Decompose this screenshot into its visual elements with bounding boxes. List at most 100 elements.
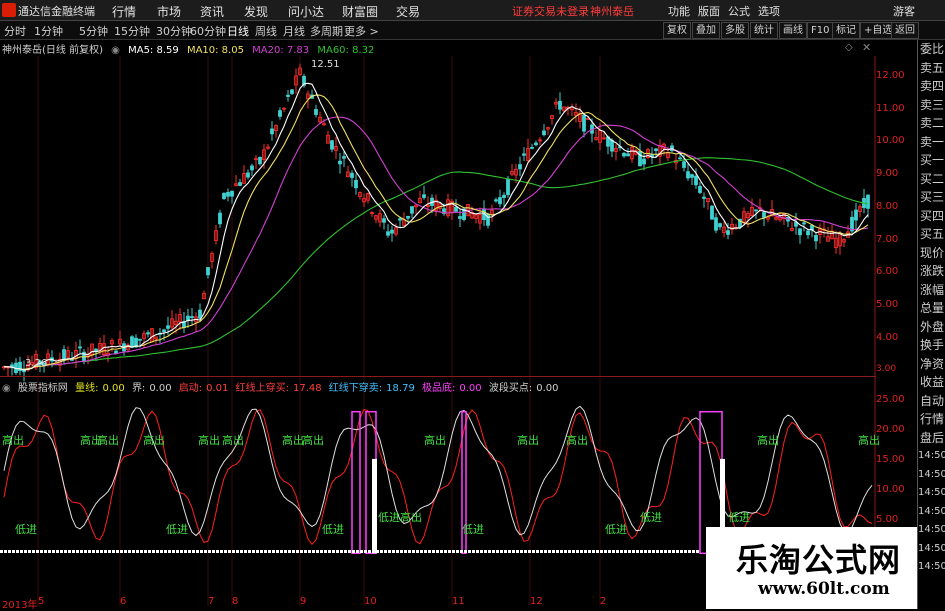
side-item[interactable]: 现价 — [918, 244, 945, 263]
candle-body — [626, 153, 630, 157]
side-item[interactable]: 14:50 — [918, 540, 945, 559]
candle-body — [458, 216, 462, 219]
guest-user[interactable]: 游客 — [893, 3, 915, 19]
menu-function[interactable]: 功能 — [668, 3, 690, 19]
menu-ask[interactable]: 问小达 — [288, 3, 324, 20]
menu-formula[interactable]: 公式 — [728, 3, 750, 19]
tool-adjust[interactable]: 复权 — [663, 22, 691, 39]
side-item[interactable]: 换手 — [918, 336, 945, 355]
band-buy-label: 波段买点: — [488, 383, 533, 394]
candle-body — [338, 160, 342, 165]
candle-body — [814, 235, 818, 242]
candle-body — [386, 231, 390, 236]
side-item[interactable]: 卖一 — [918, 133, 945, 152]
tool-draw[interactable]: 画线 — [779, 22, 807, 39]
candle-body — [582, 114, 586, 132]
menu-options[interactable]: 选项 — [758, 3, 780, 19]
candle-body — [342, 156, 346, 159]
period-30min[interactable]: 30分钟 — [156, 23, 192, 39]
period-60min[interactable]: 60分钟 — [190, 23, 226, 39]
candle-body — [866, 194, 870, 209]
period-more[interactable]: 更多 > — [344, 23, 379, 39]
boundary-label: 界: — [131, 383, 146, 394]
side-item[interactable]: 14:50 — [918, 521, 945, 540]
side-item[interactable]: 行情 — [918, 410, 945, 429]
side-item[interactable]: 买三 — [918, 188, 945, 207]
candle-body — [802, 222, 806, 225]
menu-wealth[interactable]: 财富圈 — [342, 3, 378, 20]
period-5min[interactable]: 5分钟 — [79, 23, 108, 39]
ma20-line — [3, 116, 869, 370]
side-item[interactable]: 盘后 — [918, 429, 945, 448]
period-15min[interactable]: 15分钟 — [114, 23, 150, 39]
quote-side-panel: 委比 卖五 卖四 卖三 卖二 卖一 买一 买二 买三 买四 买五 现价 涨跌 涨… — [917, 40, 945, 609]
login-alert[interactable]: 证券交易未登录 — [512, 3, 589, 19]
start-value: 0.01 — [206, 383, 229, 394]
menu-bar: 通达信金融终端 行情 市场 资讯 发现 问小达 财富圈 交易 证券交易未登录 神… — [0, 0, 945, 21]
side-item[interactable]: 卖五 — [918, 59, 945, 78]
candle-body — [166, 325, 170, 329]
menu-news[interactable]: 资讯 — [200, 3, 224, 20]
side-item[interactable]: 买五 — [918, 225, 945, 244]
menu-discover[interactable]: 发现 — [244, 3, 268, 20]
side-item[interactable]: 买四 — [918, 207, 945, 226]
side-item[interactable]: 14:50 — [918, 503, 945, 522]
candle-body — [702, 196, 706, 199]
side-item[interactable]: 14:50 — [918, 447, 945, 466]
menu-quotes[interactable]: 行情 — [112, 3, 136, 20]
menu-trade[interactable]: 交易 — [396, 3, 420, 20]
diamond-icon[interactable]: ◇ — [845, 42, 853, 53]
price-tick: 6.00 — [876, 266, 899, 277]
period-day[interactable]: 日线 — [227, 23, 249, 39]
menu-market[interactable]: 市场 — [157, 3, 181, 20]
side-item[interactable]: 涨跌 — [918, 262, 945, 281]
side-item[interactable]: 卖二 — [918, 114, 945, 133]
period-timeshare[interactable]: 分时 — [4, 23, 26, 39]
side-item[interactable]: 14:50 — [918, 558, 945, 577]
candle-body — [718, 223, 722, 228]
tool-mark[interactable]: 标记 — [832, 22, 860, 39]
side-item[interactable]: 收益 — [918, 373, 945, 392]
signal-sell: 高出 — [566, 434, 588, 447]
side-item[interactable]: 净资 — [918, 355, 945, 374]
candle-body — [854, 209, 858, 221]
period-1min[interactable]: 1分钟 — [34, 23, 63, 39]
side-item[interactable]: 涨幅 — [918, 281, 945, 300]
period-multi[interactable]: 多周期 — [310, 23, 343, 39]
date-tick: 11 — [452, 596, 465, 607]
side-item[interactable]: 外盘 — [918, 318, 945, 337]
tool-stats[interactable]: 统计 — [750, 22, 778, 39]
settings-icon[interactable]: ◉ — [2, 383, 11, 394]
candle-body — [114, 350, 118, 354]
tool-f10[interactable]: F10 — [807, 22, 834, 39]
period-week[interactable]: 周线 — [255, 23, 277, 39]
tool-overlay[interactable]: 叠加 — [692, 22, 720, 39]
candle-body — [186, 315, 190, 321]
candle-body — [258, 156, 262, 165]
side-item[interactable]: 总量 — [918, 299, 945, 318]
period-month[interactable]: 月线 — [283, 23, 305, 39]
menu-layout[interactable]: 版面 — [698, 3, 720, 19]
candle-body — [138, 338, 142, 341]
side-item[interactable]: 委比 — [918, 40, 945, 59]
signal-buy: 低进 — [728, 511, 750, 524]
side-item[interactable]: 买二 — [918, 170, 945, 189]
close-icon[interactable]: ✕ — [862, 41, 871, 54]
side-item[interactable]: 买一 — [918, 151, 945, 170]
price-tick: 4.00 — [876, 332, 899, 343]
band-buy-value: 0.00 — [536, 383, 559, 394]
red-cross-down-label: 红线下穿卖: — [328, 383, 383, 394]
side-item[interactable]: 14:50 — [918, 484, 945, 503]
ma60-value: MA60: 8.32 — [317, 45, 375, 56]
app-logo-icon — [2, 3, 16, 17]
candle-body — [190, 316, 194, 318]
candle-body — [558, 100, 562, 110]
candle-body — [398, 218, 402, 221]
side-item[interactable]: 卖三 — [918, 96, 945, 115]
tool-multi[interactable]: 多股 — [721, 22, 749, 39]
side-item[interactable]: 14:50 — [918, 466, 945, 485]
tool-back[interactable]: 返回 — [891, 22, 919, 39]
settings-icon[interactable]: ◉ — [111, 45, 120, 56]
side-item[interactable]: 自动 — [918, 392, 945, 411]
side-item[interactable]: 卖四 — [918, 77, 945, 96]
